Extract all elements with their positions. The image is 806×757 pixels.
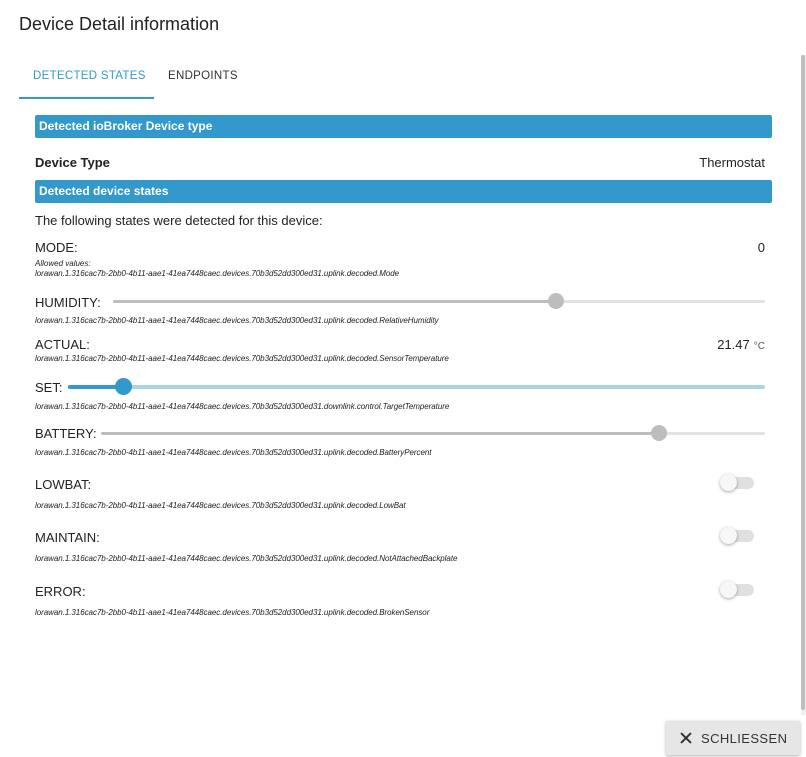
- error-state-path: lorawan.1.316cac7b-2bb0-4b11-aae1-41ea74…: [35, 608, 430, 617]
- maintain-label: MAINTAIN:: [35, 530, 100, 545]
- humidity-label: HUMIDITY:: [35, 295, 101, 310]
- device-type-value: Thermostat: [699, 155, 765, 170]
- tab-bar: DETECTED STATES ENDPOINTS: [19, 60, 779, 100]
- maintain-state-path: lorawan.1.316cac7b-2bb0-4b11-aae1-41ea74…: [35, 554, 458, 563]
- set-label: SET:: [35, 380, 63, 395]
- maintain-switch-thumb[interactable]: [720, 527, 737, 544]
- close-button-label: SCHLIESSEN: [701, 730, 788, 746]
- battery-label: BATTERY:: [35, 426, 97, 441]
- actual-state-path: lorawan.1.316cac7b-2bb0-4b11-aae1-41ea74…: [35, 354, 449, 363]
- actual-unit: °C: [753, 341, 765, 352]
- states-intro-text: The following states were detected for t…: [35, 213, 323, 228]
- mode-value: 0: [757, 240, 765, 255]
- tab-detected-states[interactable]: DETECTED STATES: [33, 60, 146, 98]
- set-state-path: lorawan.1.316cac7b-2bb0-4b11-aae1-41ea74…: [35, 402, 450, 411]
- tab-endpoints[interactable]: ENDPOINTS: [168, 60, 238, 98]
- section-header-device-states: Detected device states: [35, 180, 772, 203]
- humidity-slider-thumb[interactable]: [548, 293, 565, 309]
- device-type-label: Device Type: [35, 155, 110, 170]
- dialog-title: Device Detail information: [19, 14, 220, 34]
- humidity-state-path: lorawan.1.316cac7b-2bb0-4b11-aae1-41ea74…: [35, 316, 439, 325]
- lowbat-state-path: lorawan.1.316cac7b-2bb0-4b11-aae1-41ea74…: [35, 501, 406, 510]
- mode-state-path: lorawan.1.316cac7b-2bb0-4b11-aae1-41ea74…: [35, 269, 400, 278]
- lowbat-switch-thumb[interactable]: [720, 474, 737, 491]
- actual-value: 21.47: [717, 337, 750, 352]
- battery-slider-fill: [101, 432, 659, 435]
- actual-value-wrap: 21.47 °C: [717, 337, 765, 352]
- actual-label: ACTUAL:: [35, 337, 90, 352]
- humidity-slider-fill: [113, 300, 557, 303]
- tab-indicator: [19, 97, 154, 99]
- battery-state-path: lorawan.1.316cac7b-2bb0-4b11-aae1-41ea74…: [35, 448, 432, 457]
- set-slider-track: [68, 385, 765, 389]
- mode-allowed-values-label: Allowed values:: [35, 259, 91, 268]
- set-slider-thumb[interactable]: [115, 378, 133, 395]
- scrollbar-thumb[interactable]: [801, 55, 805, 710]
- error-label: ERROR:: [35, 584, 86, 599]
- close-icon: [680, 732, 692, 744]
- mode-label: MODE:: [35, 240, 78, 255]
- lowbat-label: LOWBAT:: [35, 477, 92, 492]
- section-header-device-type: Detected ioBroker Device type: [35, 115, 772, 138]
- battery-slider-thumb[interactable]: [650, 425, 667, 441]
- error-switch-thumb[interactable]: [720, 581, 737, 598]
- close-button[interactable]: SCHLIESSEN: [666, 721, 800, 755]
